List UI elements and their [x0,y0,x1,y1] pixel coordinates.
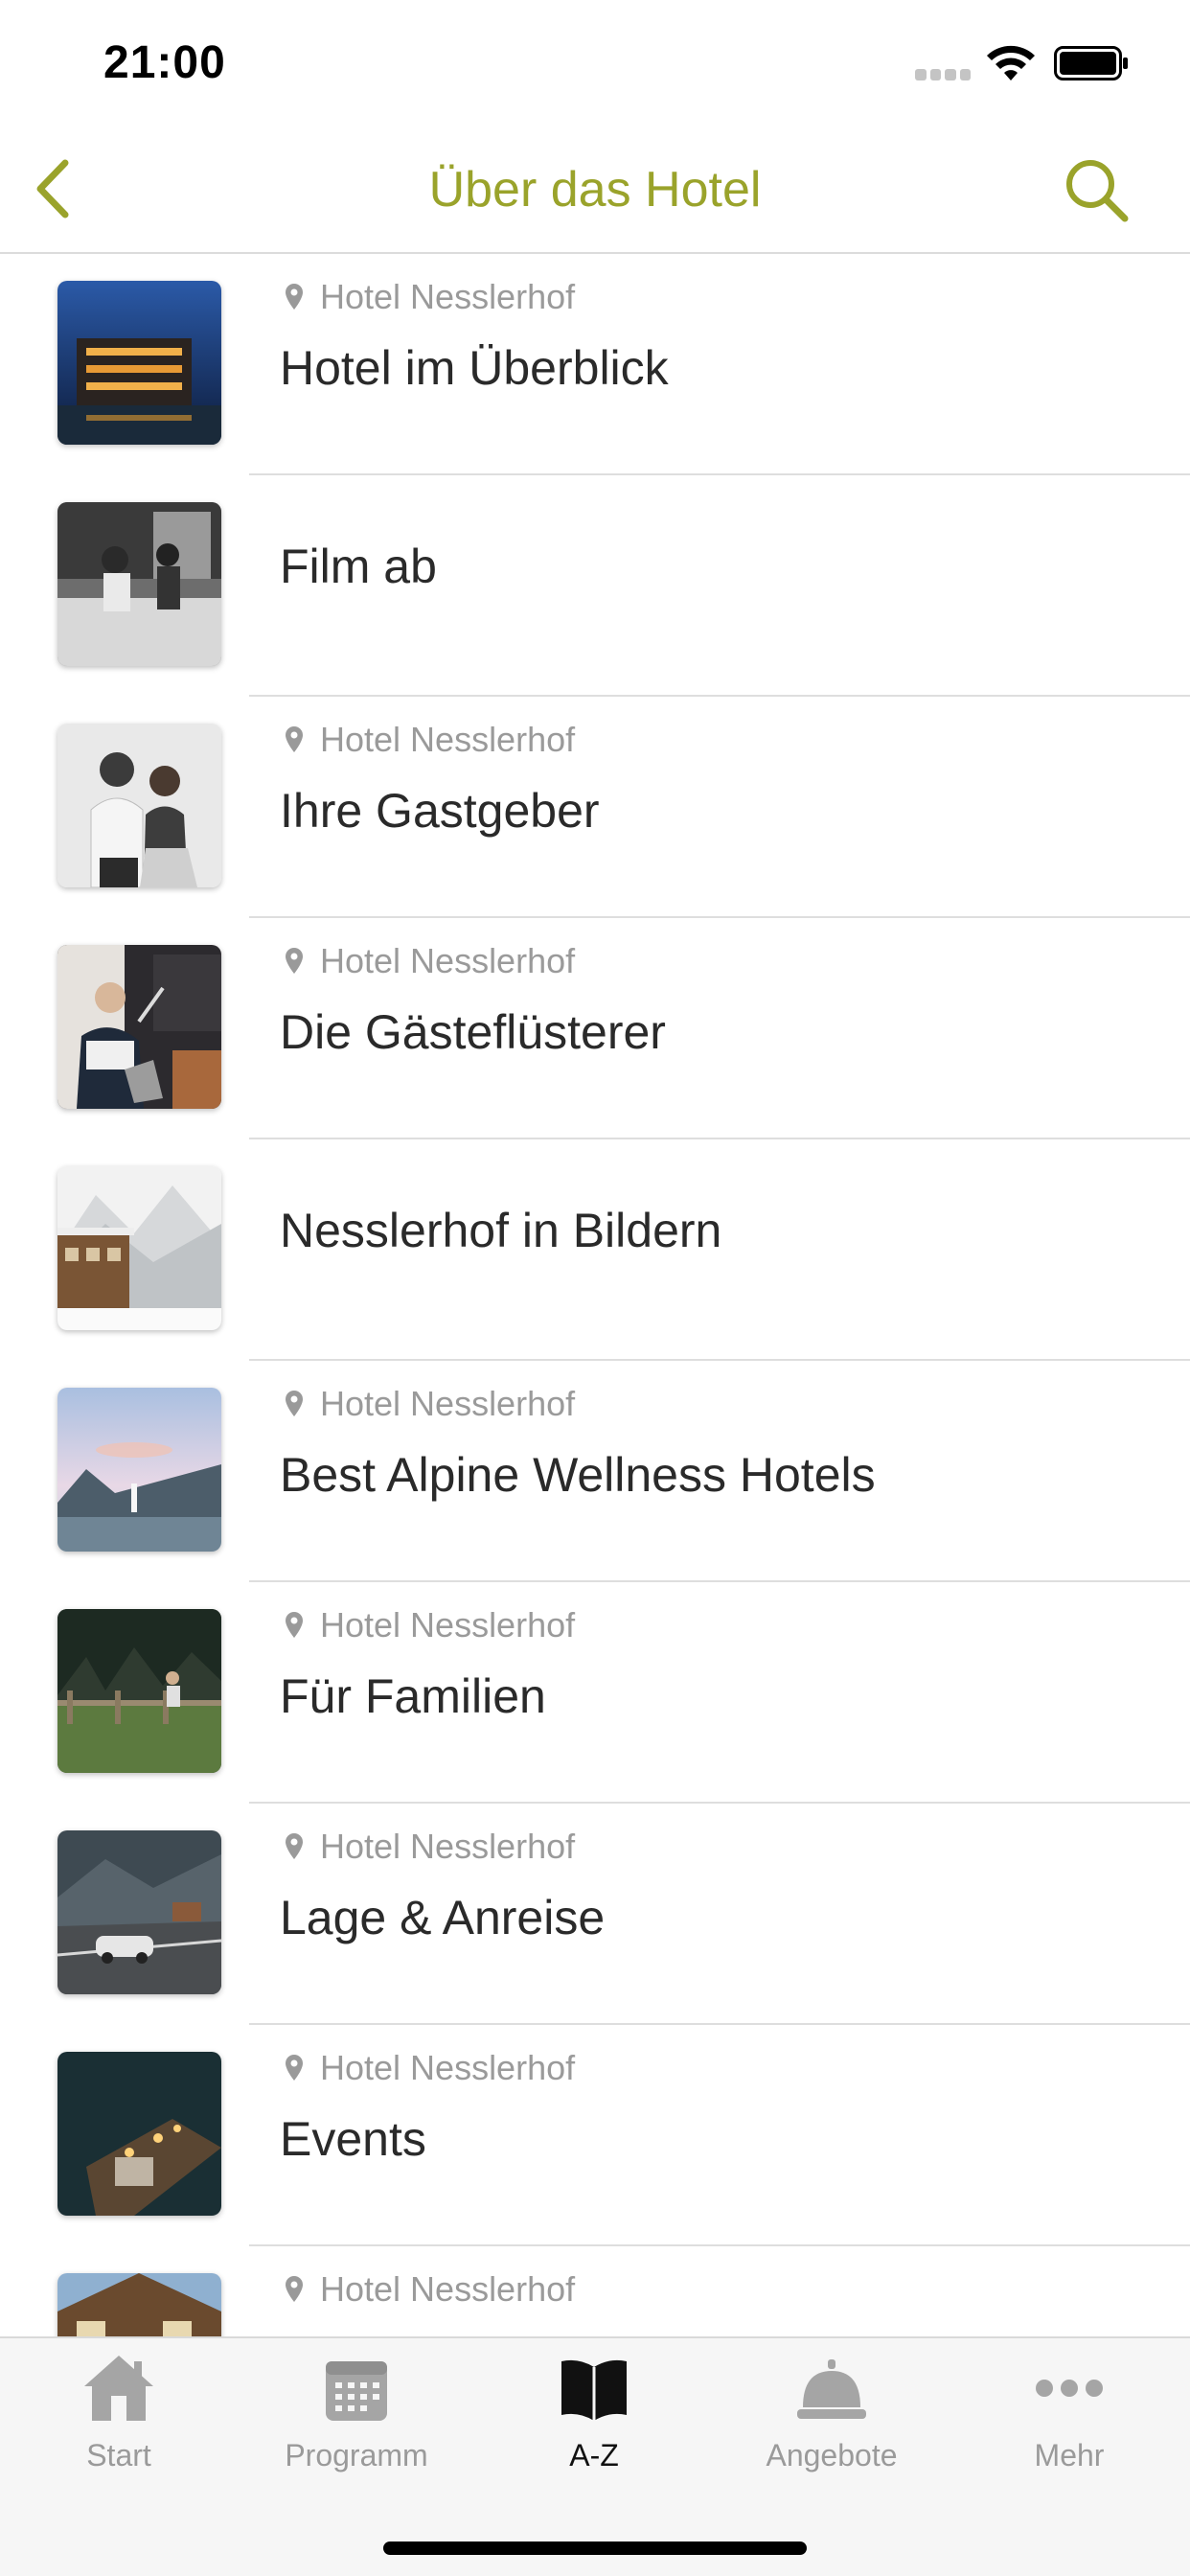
list-item[interactable]: Hotel Nesslerhof Events [0,2025,1190,2246]
candle-dinner-thumbnail [57,2052,221,2216]
hosts-thumbnail [57,724,221,887]
tab-start[interactable]: Start [0,2352,238,2496]
family-thumbnail [57,1609,221,1773]
battery-icon [1054,46,1128,80]
list-item[interactable]: Hotel Nesslerhof Best Alpine Wellness Ho… [0,1361,1190,1582]
location-text: Hotel Nesslerhof [320,1605,576,1644]
location-text: Hotel Nesslerhof [320,720,576,759]
list-item[interactable]: Hotel Nesslerhof Ihre Gastgeber [0,697,1190,918]
item-title: Lage & Anreise [280,1891,606,1944]
page-title: Über das Hotel [428,162,762,218]
tab-label: A-Z [569,2438,619,2472]
location-pin-icon [286,1391,303,1416]
location-label: Hotel Nesslerhof [284,277,575,317]
tab-label: Programm [285,2438,428,2472]
status-bar: 21:00 [0,0,1190,125]
location-text: Hotel Nesslerhof [320,1384,576,1423]
location-text: Hotel Nesslerhof [320,941,576,980]
location-pin-icon [286,2276,303,2302]
alpine-lake-thumbnail [57,1388,221,1552]
location-label: Hotel Nesslerhof [284,1605,575,1645]
list-item[interactable]: Hotel Nesslerhof Für Familien [0,1582,1190,1804]
tab-label: Start [86,2438,151,2472]
list-item[interactable]: Hotel Nesslerhof Hotel im Überblick [0,254,1190,475]
content-list: Hotel Nesslerhof Hotel im Überblick Film… [0,254,1190,2336]
tab-label: Mehr [1034,2438,1105,2472]
tab-angebote[interactable]: Angebote [713,2352,950,2496]
tab-programm[interactable]: Programm [238,2352,475,2496]
staff-thumbnail [57,945,221,1109]
film-thumbnail [57,502,221,666]
location-text: Hotel Nesslerhof [320,2269,576,2309]
tab-mehr[interactable]: Mehr [950,2352,1188,2496]
cellular-signal-icon [915,69,971,82]
home-icon [84,2356,153,2421]
item-title: Ihre Gastgeber [280,784,600,838]
list-item[interactable]: Film ab [0,475,1190,697]
location-pin-icon [286,1612,303,1638]
wifi-icon [987,45,1035,80]
location-pin-icon [286,284,303,310]
list-item[interactable]: Hotel Nesslerhof Die Gästeflüsterer [0,918,1190,1139]
winter-hotel-thumbnail [57,1166,221,1330]
list-item[interactable]: Hotel Nesslerhof Lage & Anreise [0,1804,1190,2025]
location-pin-icon [286,948,303,974]
item-title: Für Familien [280,1669,546,1723]
location-pin-icon [286,1833,303,1859]
calendar-icon [326,2361,387,2421]
book-icon [561,2359,627,2421]
home-indicator[interactable] [383,2542,807,2555]
item-title: Film ab [280,540,437,593]
road-car-thumbnail [57,1830,221,1994]
service-bell-icon [797,2359,866,2419]
navigation-bar: Über das Hotel [0,125,1190,254]
location-label: Hotel Nesslerhof [284,720,575,760]
location-text: Hotel Nesslerhof [320,2048,576,2087]
chalet-thumbnail [57,2273,221,2336]
location-pin-icon [286,2055,303,2081]
item-title: Die Gästeflüsterer [280,1005,666,1059]
search-icon[interactable] [1062,155,1131,224]
location-label: Hotel Nesslerhof [284,1827,575,1867]
location-label: Hotel Nesslerhof [284,2269,575,2310]
location-label: Hotel Nesslerhof [284,941,575,981]
item-title: Events [280,2112,426,2166]
item-title: Best Alpine Wellness Hotels [280,1448,876,1502]
hotel-night-thumbnail [57,281,221,445]
tab-label: Angebote [766,2438,898,2472]
tab-bar: Start Programm A-Z Angebote Mehr [0,2336,1190,2576]
list-item[interactable]: Nesslerhof in Bildern [0,1139,1190,1361]
status-time: 21:00 [103,37,226,88]
location-label: Hotel Nesslerhof [284,1384,575,1424]
more-dots-icon [1036,2380,1103,2397]
location-label: Hotel Nesslerhof [284,2048,575,2088]
item-title: Nesslerhof in Bildern [280,1204,722,1257]
tab-a-z[interactable]: A-Z [475,2352,713,2496]
location-text: Hotel Nesslerhof [320,277,576,316]
location-pin-icon [286,726,303,752]
location-text: Hotel Nesslerhof [320,1827,576,1866]
list-item[interactable]: Hotel Nesslerhof [0,2246,1190,2336]
item-title: Hotel im Überblick [280,341,669,395]
